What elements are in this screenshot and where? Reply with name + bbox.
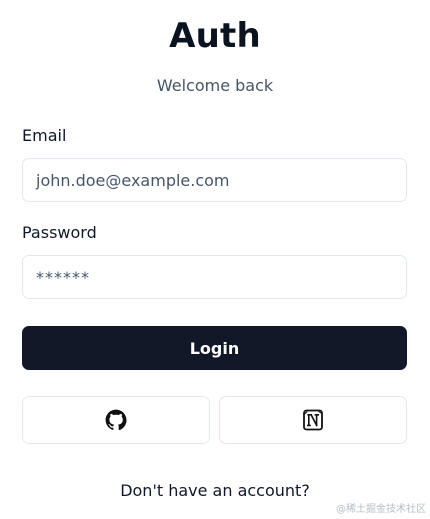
email-value: john.doe@example.com xyxy=(36,170,230,190)
password-value: ****** xyxy=(36,267,90,287)
signup-prompt: Don't have an account? xyxy=(120,481,310,500)
email-field[interactable]: john.doe@example.com xyxy=(22,158,407,202)
login-button[interactable]: Login xyxy=(22,326,407,370)
watermark: @稀土掘金技术社区 xyxy=(336,504,426,515)
login-button-label: Login xyxy=(189,338,240,358)
page-subtitle: Welcome back xyxy=(156,76,274,95)
password-field[interactable]: ****** xyxy=(22,255,407,299)
notion-login-button[interactable] xyxy=(219,396,407,444)
page-title: Auth xyxy=(169,16,261,56)
notion-icon xyxy=(303,409,323,431)
github-login-button[interactable] xyxy=(22,396,210,444)
email-label: Email xyxy=(22,126,67,145)
auth-page: Auth Welcome back Email john.doe@example… xyxy=(0,0,430,519)
password-label: Password xyxy=(22,223,97,242)
github-icon xyxy=(105,409,127,431)
